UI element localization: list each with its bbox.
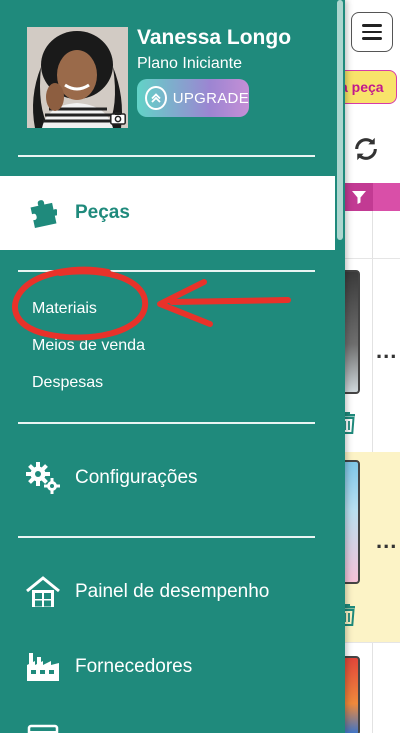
refresh-icon[interactable]: [352, 135, 380, 163]
navigation-drawer: Vanessa Longo Plano Iniciante UPGRADE Pe…: [0, 0, 345, 733]
divider: [18, 422, 315, 424]
nav-item-label: Configurações: [75, 467, 198, 488]
divider: [18, 536, 315, 538]
nav-item-label: Fornecedores: [75, 656, 193, 677]
menu-bar-icon: [362, 37, 382, 40]
divider: [18, 270, 315, 272]
user-plan: Plano Iniciante: [137, 55, 242, 72]
nav-item-label: Painel de desempenho: [75, 581, 270, 602]
upgrade-button[interactable]: UPGRADE: [137, 79, 249, 117]
nav-item-fornecedores[interactable]: Fornecedores: [25, 649, 192, 685]
menu-bar-icon: [362, 30, 382, 34]
nav-item-pecas[interactable]: Peças: [0, 176, 335, 250]
gears-icon: [25, 460, 61, 496]
divider: [18, 155, 315, 157]
nav-item-materiais[interactable]: Materiais: [32, 300, 97, 318]
menu-button[interactable]: [351, 12, 393, 52]
puzzle-icon: [30, 200, 57, 228]
upgrade-label: UPGRADE: [172, 89, 249, 107]
chevron-up-double-icon: [145, 86, 167, 110]
row-actions-button[interactable]: ...: [376, 528, 397, 554]
nav-item-despesas[interactable]: Despesas: [32, 374, 103, 392]
camera-icon[interactable]: [108, 108, 128, 128]
card-icon: [25, 722, 61, 733]
house-icon: [25, 574, 61, 610]
menu-bar-icon: [362, 24, 382, 27]
user-name: Vanessa Longo: [137, 26, 292, 49]
factory-icon: [25, 649, 61, 685]
filter-button[interactable]: [345, 183, 373, 211]
nav-item-meios-de-venda[interactable]: Meios de venda: [32, 337, 145, 355]
row-actions-button[interactable]: ...: [376, 338, 397, 364]
nav-item-label: Peças: [75, 202, 130, 223]
nav-item-painel-de-desempenho[interactable]: Painel de desempenho: [25, 574, 269, 610]
filter-icon: [352, 191, 366, 204]
nav-item-configuracoes[interactable]: Configurações: [25, 460, 198, 496]
drawer-scrollbar[interactable]: [337, 0, 343, 240]
nav-item-next-partial[interactable]: [25, 722, 61, 733]
